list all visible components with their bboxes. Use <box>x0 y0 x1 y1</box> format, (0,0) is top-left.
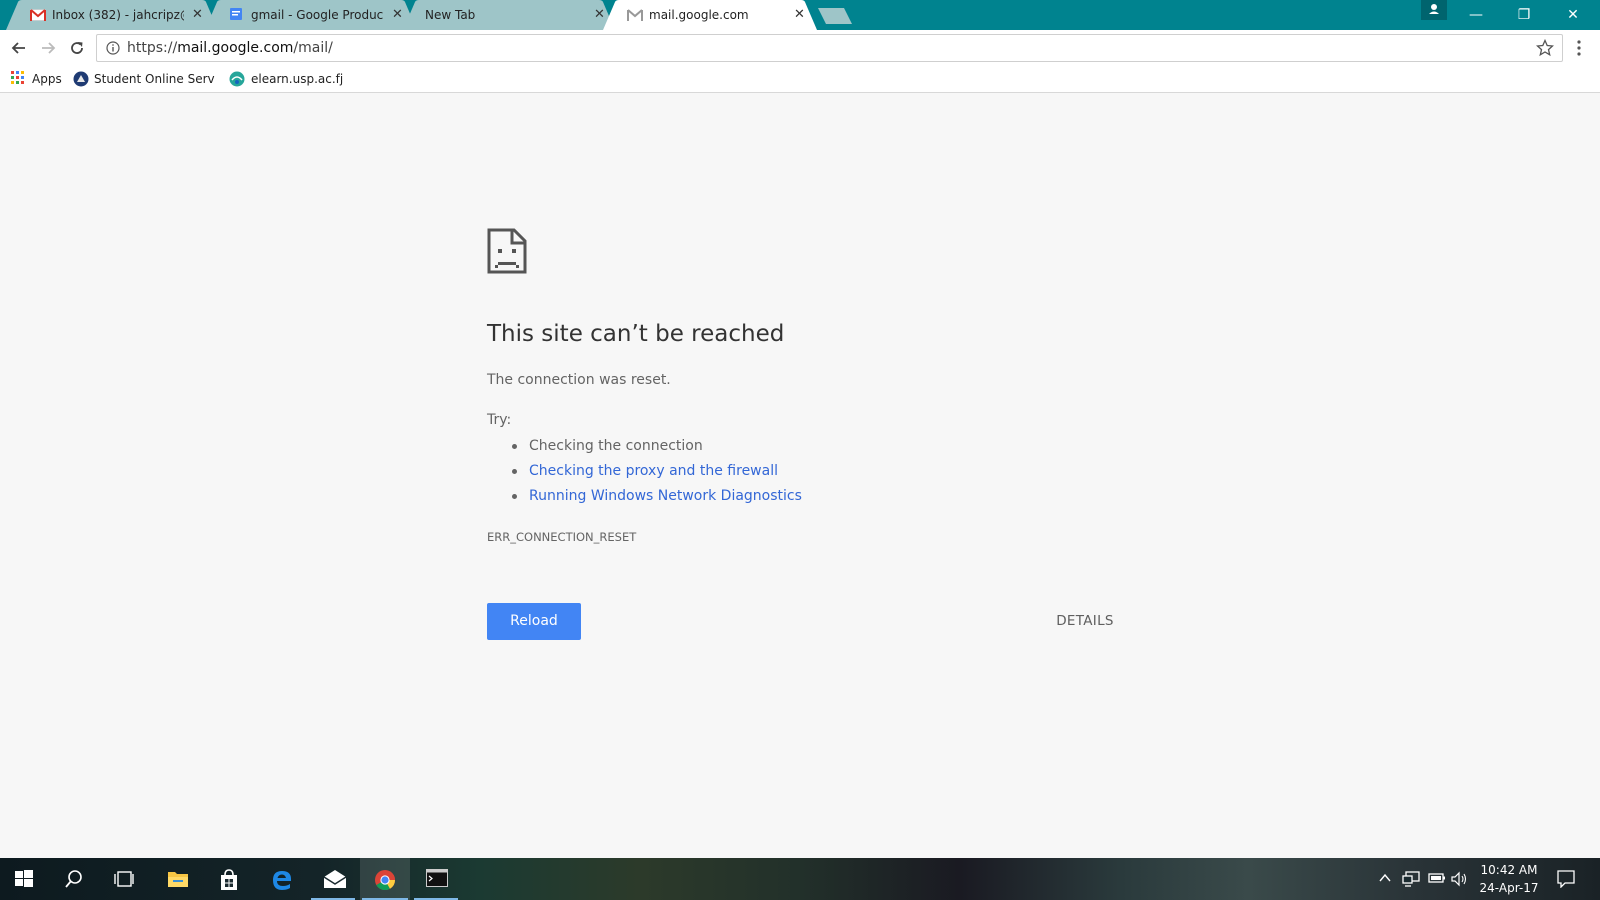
chevron-up-icon[interactable] <box>1378 871 1392 885</box>
chrome-icon <box>375 870 396 891</box>
bookmark-apps[interactable]: Apps <box>11 70 63 88</box>
bookmarks-bar: Apps Student Online Servic elearn.usp.ac… <box>0 66 1600 93</box>
tab-title: gmail - Google Product F <box>251 8 383 22</box>
address-bar[interactable]: https://mail.google.com/mail/ <box>96 34 1563 62</box>
url-scheme: https:// <box>127 40 178 56</box>
browser-toolbar: https://mail.google.com/mail/ <box>0 30 1600 66</box>
page-content: This site can’t be reached The connectio… <box>0 93 1600 858</box>
forward-arrow-icon[interactable] <box>38 38 58 58</box>
close-icon[interactable]: ✕ <box>794 8 805 22</box>
tab-strip: Inbox (382) - jahcripz@g ✕ gmail - Googl… <box>0 0 1600 30</box>
suggestion-network-diagnostics-link[interactable]: Running Windows Network Diagnostics <box>512 486 802 511</box>
new-tab-button[interactable] <box>818 8 854 24</box>
bookmark-label: Student Online Servic <box>94 72 215 86</box>
tab-inbox[interactable]: Inbox (382) - jahcripz@g ✕ <box>6 0 218 30</box>
error-code: ERR_CONNECTION_RESET <box>487 530 637 544</box>
command-prompt-icon <box>426 869 448 887</box>
suggestion-check-connection: Checking the connection <box>512 436 802 461</box>
url-host: mail.google.com <box>177 40 294 56</box>
clock-time[interactable]: 10:42 AM <box>1477 863 1541 877</box>
tab-title: mail.google.com <box>649 8 749 22</box>
elearn-icon <box>229 71 245 87</box>
gmail-icon <box>627 9 643 21</box>
battery-icon[interactable] <box>1428 871 1446 885</box>
suggestions-list: Checking the connection Checking the pro… <box>512 436 802 511</box>
task-view-icon <box>114 871 134 887</box>
gmail-icon <box>30 9 46 21</box>
details-button[interactable]: DETAILS <box>1040 603 1130 640</box>
network-icon[interactable] <box>1402 871 1420 887</box>
try-label: Try: <box>487 412 512 428</box>
edge-button[interactable] <box>257 858 305 900</box>
bookmark-star-icon[interactable] <box>1536 39 1554 57</box>
apps-grid-icon <box>11 71 24 84</box>
url-path: /mail/ <box>293 40 333 56</box>
person-icon <box>1429 4 1439 14</box>
tab-new-tab[interactable]: New Tab ✕ <box>403 0 615 30</box>
minimize-button[interactable]: — <box>1452 0 1500 30</box>
chrome-button[interactable] <box>360 858 410 900</box>
mail-button[interactable] <box>309 858 357 900</box>
suggestion-check-proxy-link[interactable]: Checking the proxy and the firewall <box>512 461 802 486</box>
bookmark-student-online-services[interactable]: Student Online Servic <box>73 70 215 88</box>
clock-date[interactable]: 24-Apr-17 <box>1477 881 1541 895</box>
windows-taskbar: 10:42 AM 24-Apr-17 <box>0 858 1600 900</box>
close-window-button[interactable]: ✕ <box>1549 0 1597 30</box>
windows-start-icon <box>15 870 33 887</box>
close-icon[interactable]: ✕ <box>392 8 403 22</box>
search-button[interactable] <box>50 858 98 900</box>
bookmark-elearn[interactable]: elearn.usp.ac.fj <box>229 70 349 88</box>
task-view-button[interactable] <box>100 858 148 900</box>
info-icon[interactable] <box>106 41 120 55</box>
start-button[interactable] <box>0 858 48 900</box>
profile-button[interactable] <box>1421 0 1447 20</box>
bookmark-label: Apps <box>32 72 62 86</box>
close-icon[interactable]: ✕ <box>192 8 203 22</box>
google-product-forums-icon <box>230 8 242 20</box>
store-button[interactable] <box>205 858 253 900</box>
tab-google-product-forums[interactable]: gmail - Google Product F ✕ <box>205 0 417 30</box>
kebab-menu-icon[interactable] <box>1577 40 1581 56</box>
back-arrow-icon[interactable] <box>9 38 29 58</box>
search-icon <box>65 870 82 888</box>
command-prompt-button[interactable] <box>412 858 460 900</box>
file-explorer-button[interactable] <box>153 858 201 900</box>
file-explorer-icon <box>168 872 188 887</box>
error-title: This site can’t be reached <box>487 321 785 347</box>
url-text[interactable]: https://mail.google.com/mail/ <box>127 40 333 56</box>
mail-icon <box>323 870 347 888</box>
store-icon <box>221 869 237 890</box>
action-center-icon[interactable] <box>1557 870 1575 888</box>
usp-crest-icon <box>73 71 89 87</box>
tab-mail-google-active[interactable]: mail.google.com ✕ <box>603 0 817 30</box>
tab-title: New Tab <box>425 8 476 22</box>
edge-icon <box>273 871 291 890</box>
tab-title: Inbox (382) - jahcripz@g <box>52 8 184 22</box>
restore-button[interactable]: ❐ <box>1500 0 1548 30</box>
reload-button[interactable]: Reload <box>487 603 581 640</box>
reload-icon[interactable] <box>67 38 87 58</box>
sad-page-icon <box>487 228 527 274</box>
bookmark-label: elearn.usp.ac.fj <box>251 72 344 86</box>
error-description: The connection was reset. <box>487 372 671 388</box>
volume-icon[interactable] <box>1451 871 1469 887</box>
